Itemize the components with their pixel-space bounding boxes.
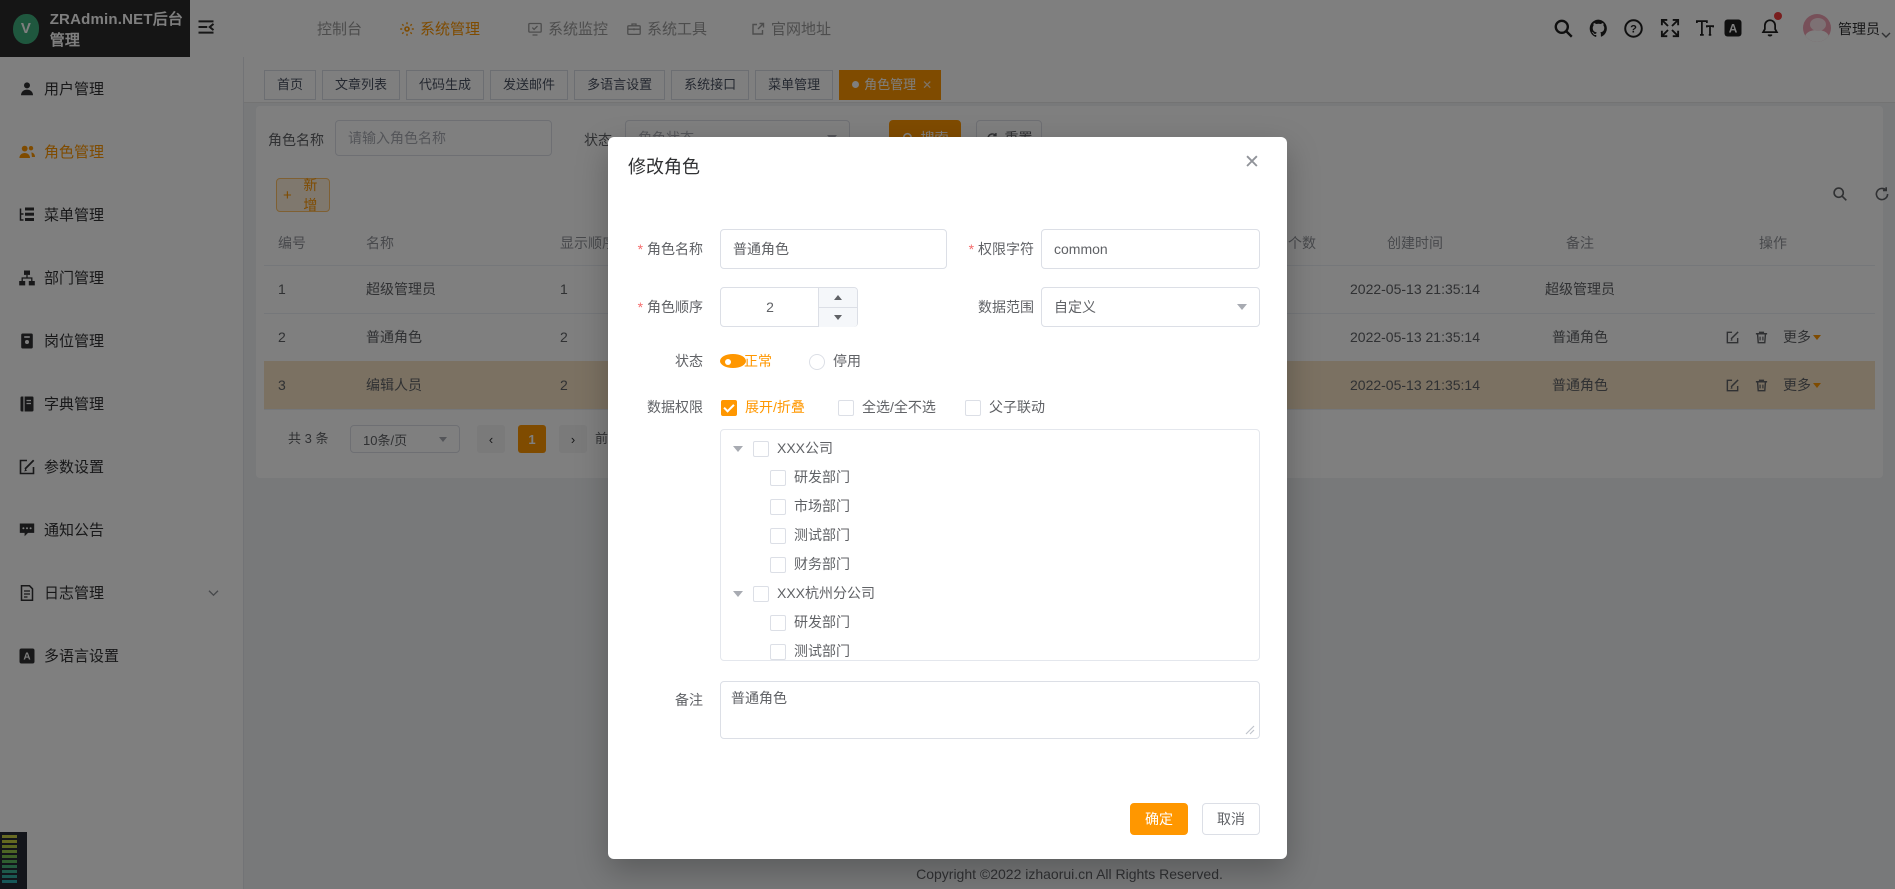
stepper-down-button[interactable]: [819, 308, 857, 327]
tree-expand-caret-icon[interactable]: [733, 446, 743, 452]
caret-up-icon: [834, 295, 842, 300]
tree-node-company[interactable]: XXX公司: [721, 434, 1259, 463]
cancel-button[interactable]: 取消: [1202, 803, 1260, 835]
page: V ZRAdmin.NET后台管理 控制台 系统管理 系统监控 系统工具 官网地…: [0, 0, 1895, 889]
tree-node-dept[interactable]: 测试部门: [721, 521, 1259, 550]
remark-label: 备注: [608, 690, 703, 710]
role-order-stepper[interactable]: 2: [720, 287, 858, 327]
select-all-checkbox[interactable]: [838, 400, 854, 416]
role-name-input[interactable]: [720, 229, 947, 269]
status-label: 状态: [608, 343, 703, 379]
status-disabled-label[interactable]: 停用: [833, 343, 861, 379]
tree-node-checkbox[interactable]: [753, 441, 769, 457]
tree-node-dept[interactable]: 市场部门: [721, 492, 1259, 521]
role-key-label: 权限字符: [939, 229, 1034, 269]
remark-textarea[interactable]: 普通角色: [720, 681, 1260, 739]
tree-node-dept[interactable]: 财务部门: [721, 550, 1259, 579]
tree-node-branch-company[interactable]: XXX杭州分公司: [721, 579, 1259, 608]
confirm-button[interactable]: 确定: [1130, 803, 1188, 835]
tree-node-checkbox[interactable]: [770, 557, 786, 573]
tree-node-checkbox[interactable]: [770, 644, 786, 660]
tree-node-checkbox[interactable]: [770, 528, 786, 544]
tree-expand-caret-icon[interactable]: [733, 591, 743, 597]
expand-collapse-checkbox[interactable]: [721, 400, 737, 416]
status-normal-label[interactable]: 正常: [744, 343, 772, 379]
stepper-controls: [818, 288, 857, 326]
status-disabled-radio[interactable]: [809, 354, 825, 370]
edit-role-dialog: 修改角色 ✕ 角色名称 权限字符 角色顺序 2 数据范围 自定义 状态 正常 停…: [608, 137, 1287, 859]
stepper-up-button[interactable]: [819, 288, 857, 308]
parent-child-link-label[interactable]: 父子联动: [989, 389, 1045, 425]
data-scope-select[interactable]: 自定义: [1041, 287, 1260, 327]
tree-node-checkbox[interactable]: [753, 586, 769, 602]
role-order-label: 角色顺序: [608, 287, 703, 327]
tree-node-dept[interactable]: 研发部门: [721, 463, 1259, 492]
tree-node-checkbox[interactable]: [770, 470, 786, 486]
textarea-resize-handle[interactable]: [1245, 725, 1255, 735]
dialog-close-icon[interactable]: ✕: [1244, 153, 1260, 172]
caret-down-icon: [834, 315, 842, 320]
parent-child-link-checkbox[interactable]: [965, 400, 981, 416]
tree-node-checkbox[interactable]: [770, 615, 786, 631]
select-caret-icon: [1237, 304, 1247, 310]
tree-node-dept[interactable]: 测试部门: [721, 637, 1259, 661]
tree-node-dept[interactable]: 研发部门: [721, 608, 1259, 637]
select-all-label[interactable]: 全选/全不选: [862, 389, 936, 425]
role-name-label: 角色名称: [608, 229, 703, 269]
dialog-title: 修改角色: [628, 153, 700, 179]
department-tree: XXX公司 研发部门 市场部门 测试部门 财务部门 XXX杭州分公司: [720, 429, 1260, 661]
tree-node-checkbox[interactable]: [770, 499, 786, 515]
role-key-input[interactable]: [1041, 229, 1260, 269]
status-normal-radio[interactable]: [720, 354, 746, 368]
expand-collapse-label[interactable]: 展开/折叠: [745, 389, 805, 425]
data-permission-label: 数据权限: [608, 389, 703, 425]
data-scope-label: 数据范围: [939, 287, 1034, 327]
role-order-value: 2: [721, 288, 819, 326]
